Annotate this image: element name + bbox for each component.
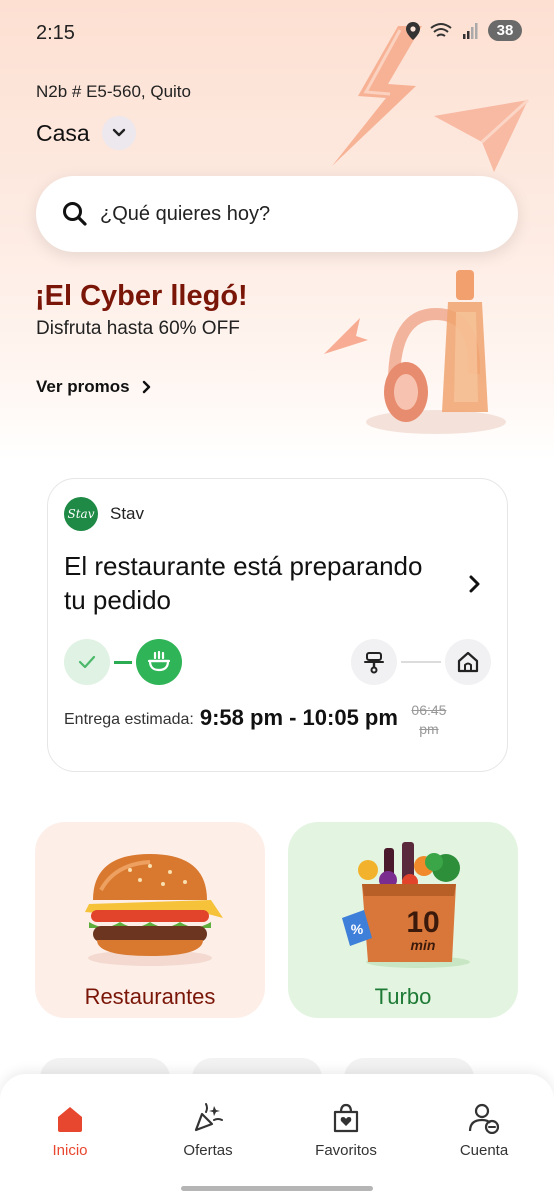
- location-name: Casa: [36, 119, 90, 146]
- wifi-icon: [430, 22, 452, 37]
- store-logo-text: Stav: [67, 507, 95, 521]
- promo-title: ¡El Cyber llegó!: [35, 280, 248, 312]
- chevron-right-icon: [142, 380, 150, 394]
- check-icon: [78, 655, 96, 669]
- scooter-icon: [364, 652, 384, 674]
- category-turbo[interactable]: 10 min % Turbo: [288, 822, 518, 1018]
- store-info: Stav Stav: [64, 497, 144, 531]
- nav-item-favorites[interactable]: Favoritos: [286, 1098, 406, 1159]
- eta-row: Entrega estimada: 9:58 pm - 10:05 pm 06:…: [64, 701, 452, 739]
- bottom-navigation: Inicio Ofertas Favoritos Cuenta: [0, 1074, 554, 1200]
- view-promos-link[interactable]: Ver promos: [36, 377, 152, 397]
- party-popper-icon: [194, 1103, 223, 1132]
- nav-label: Ofertas: [183, 1142, 233, 1159]
- promo-headphones-illustration: [324, 270, 506, 434]
- search-placeholder: ¿Qué quieres hoy?: [100, 202, 271, 225]
- bag-label: 10: [406, 906, 439, 939]
- store-name: Stav: [110, 504, 145, 523]
- svg-text:min: min: [411, 937, 436, 953]
- progress-line-active: [114, 660, 132, 664]
- category-label: Turbo: [374, 984, 432, 1009]
- promo-subtitle: Disfruta hasta 60% OFF: [36, 318, 240, 339]
- nav-item-account[interactable]: Cuenta: [424, 1098, 544, 1159]
- user-icon: [468, 1103, 500, 1134]
- category-restaurants[interactable]: Restaurantes: [35, 822, 265, 1018]
- nav-icon-wrapper: [10, 1098, 130, 1134]
- search-icon: [63, 202, 87, 226]
- search-input[interactable]: ¿Qué quieres hoy?: [36, 176, 518, 252]
- chevron-down-icon: [112, 128, 125, 137]
- step-preparing: [136, 639, 182, 685]
- nav-icon-wrapper: [424, 1098, 544, 1134]
- delivery-address[interactable]: N2b # E5-560, Quito: [36, 82, 191, 102]
- status-bar: 2:15 38: [0, 0, 554, 64]
- step-delivered: [445, 639, 491, 685]
- nav-label: Cuenta: [459, 1142, 509, 1159]
- order-progress-pending: [351, 639, 491, 685]
- nav-label: Inicio: [52, 1142, 88, 1159]
- nav-item-offers[interactable]: Ofertas: [148, 1098, 268, 1159]
- home-icon: [58, 1107, 82, 1132]
- progress-line-pending: [401, 661, 441, 663]
- nav-label: Favoritos: [315, 1142, 377, 1159]
- nav-icon-wrapper: [148, 1098, 268, 1134]
- location-selector[interactable]: Casa: [36, 116, 136, 150]
- step-confirmed: [64, 639, 110, 685]
- battery-badge: 38: [488, 20, 522, 41]
- eta-previous: 06:45 pm: [411, 702, 447, 737]
- location-pin-icon: [406, 21, 420, 40]
- status-time: 2:15: [36, 22, 75, 44]
- view-promos-label: Ver promos: [36, 377, 130, 396]
- cooking-pot-icon: [147, 651, 171, 672]
- eta-value: 9:58 pm - 10:05 pm: [199, 705, 398, 730]
- status-icons: 38: [406, 20, 522, 41]
- order-progress-completed: [64, 639, 182, 685]
- signal-icon: [463, 22, 478, 39]
- home-indicator[interactable]: [181, 1186, 373, 1191]
- svg-text:%: %: [351, 921, 364, 937]
- shopping-bag-heart-icon: [333, 1103, 359, 1133]
- store-logo: Stav: [64, 497, 98, 531]
- step-on-the-way: [351, 639, 397, 685]
- eta-label: Entrega estimada:: [64, 711, 194, 728]
- location-dropdown-button[interactable]: [101, 116, 136, 150]
- chevron-right-icon[interactable]: [469, 575, 481, 593]
- order-status-text: El restaurante está preparando tu pedido: [64, 551, 423, 615]
- order-tracking-card[interactable]: Stav Stav El restaurante está preparando…: [47, 478, 508, 772]
- burger-icon: [85, 854, 223, 966]
- house-icon: [457, 651, 479, 673]
- grocery-bag-icon: 10 min %: [342, 842, 470, 968]
- nav-item-home[interactable]: Inicio: [10, 1098, 130, 1159]
- category-label: Restaurantes: [84, 984, 216, 1009]
- nav-icon-wrapper: [286, 1098, 406, 1134]
